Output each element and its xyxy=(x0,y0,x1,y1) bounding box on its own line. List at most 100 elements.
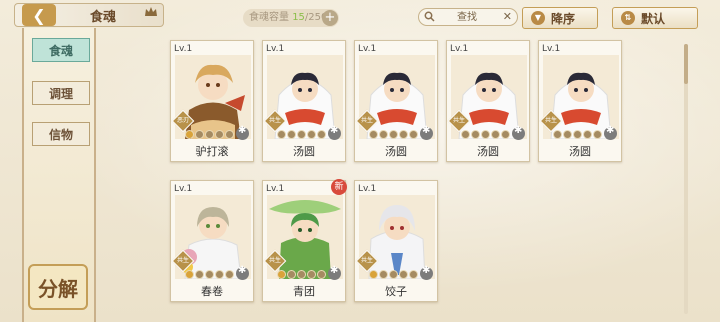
star-rating xyxy=(553,130,602,139)
star-icon xyxy=(409,270,418,279)
star-icon xyxy=(553,130,562,139)
back-button[interactable]: ❮ xyxy=(22,4,56,26)
star-icon xyxy=(471,130,480,139)
clear-icon[interactable]: ✕ xyxy=(503,9,512,25)
star-icon xyxy=(195,130,204,139)
card-name: 春卷 xyxy=(201,285,223,298)
element-icon xyxy=(328,265,341,280)
element-icon xyxy=(420,265,433,280)
sort-type-label: 默认 xyxy=(641,11,666,26)
crown-icon xyxy=(145,7,157,16)
element-icon xyxy=(512,125,525,140)
star-icon xyxy=(317,270,326,279)
card-level: Lv.1 xyxy=(266,184,285,194)
star-icon xyxy=(205,130,214,139)
star-icon xyxy=(185,270,194,279)
element-icon xyxy=(328,125,341,140)
sort-type-button[interactable]: ⇅ 默认 xyxy=(612,7,698,29)
star-icon xyxy=(491,130,500,139)
star-icon xyxy=(297,130,306,139)
card-item[interactable]: Lv.1 共生 汤圆 xyxy=(538,40,622,162)
star-rating xyxy=(369,270,418,279)
back-arrow-icon: ❮ xyxy=(32,5,46,25)
star-icon xyxy=(185,130,194,139)
star-icon xyxy=(389,130,398,139)
sort-type-icon: ⇅ xyxy=(621,11,635,25)
tab-token[interactable]: 信物 xyxy=(32,122,90,146)
card-item[interactable]: Lv.1 共生 春卷 xyxy=(170,180,254,302)
star-icon xyxy=(225,270,234,279)
star-icon xyxy=(215,270,224,279)
scrollbar-thumb[interactable] xyxy=(684,44,688,84)
star-icon xyxy=(297,270,306,279)
card-level: Lv.1 xyxy=(266,44,285,54)
card-name: 青团 xyxy=(293,285,315,298)
star-icon xyxy=(205,270,214,279)
star-icon xyxy=(195,270,204,279)
star-icon xyxy=(317,130,326,139)
star-icon xyxy=(389,270,398,279)
star-icon xyxy=(277,270,286,279)
star-icon xyxy=(287,130,296,139)
star-icon xyxy=(409,130,418,139)
card-level: Lv.1 xyxy=(450,44,469,54)
card-item[interactable]: Lv.1 新 共生 青团 xyxy=(262,179,347,302)
element-icon xyxy=(604,125,617,140)
card-item[interactable]: Lv.1 共生 饺子 xyxy=(354,180,438,302)
decompose-button[interactable]: 分解 xyxy=(28,264,88,310)
sort-order-label: 降序 xyxy=(551,11,576,26)
card-level: Lv.1 xyxy=(542,44,561,54)
star-icon xyxy=(573,130,582,139)
star-icon xyxy=(501,130,510,139)
star-icon xyxy=(563,130,572,139)
card-level: Lv.1 xyxy=(358,184,377,194)
page-title: 食魂 xyxy=(90,10,117,25)
star-icon xyxy=(379,270,388,279)
star-icon xyxy=(369,270,378,279)
element-icon xyxy=(420,125,433,140)
star-rating xyxy=(185,130,234,139)
capacity-label: 食魂容量 xyxy=(249,12,289,23)
star-icon xyxy=(307,130,316,139)
card-item[interactable]: Lv.1 恶刃 驴打滚 xyxy=(170,40,254,162)
star-rating xyxy=(185,270,234,279)
sort-order-button[interactable]: ▼ 降序 xyxy=(522,7,598,29)
top-bar: ❮ 食魂 食魂容量 15/250 + 查找 ✕ ▼ 降序 ⇅ 默认 xyxy=(0,0,720,34)
card-item[interactable]: Lv.1 共生 汤圆 xyxy=(446,40,530,162)
new-badge: 新 xyxy=(331,179,347,195)
search-input[interactable]: 查找 ✕ xyxy=(418,8,518,26)
star-rating xyxy=(277,270,326,279)
star-icon xyxy=(225,130,234,139)
star-icon xyxy=(369,130,378,139)
star-icon xyxy=(583,130,592,139)
star-icon xyxy=(215,130,224,139)
star-rating xyxy=(461,130,510,139)
star-icon xyxy=(481,130,490,139)
card-level: Lv.1 xyxy=(174,44,193,54)
tab-cooking[interactable]: 调理 xyxy=(32,81,90,105)
element-icon xyxy=(236,125,249,140)
card-level: Lv.1 xyxy=(358,44,377,54)
star-icon xyxy=(307,270,316,279)
card-name: 驴打滚 xyxy=(195,145,229,158)
star-icon xyxy=(277,130,286,139)
capacity-current: 15 xyxy=(292,12,305,23)
scrollbar[interactable] xyxy=(684,44,688,314)
card-item[interactable]: Lv.1 共生 汤圆 xyxy=(354,40,438,162)
star-icon xyxy=(399,130,408,139)
star-icon xyxy=(399,270,408,279)
card-level: Lv.1 xyxy=(174,184,193,194)
card-item[interactable]: Lv.1 共生 汤圆 xyxy=(262,40,346,162)
card-name: 汤圆 xyxy=(293,145,315,158)
card-name: 汤圆 xyxy=(569,145,591,158)
star-icon xyxy=(593,130,602,139)
add-capacity-button[interactable]: + xyxy=(322,10,338,26)
star-icon xyxy=(461,130,470,139)
card-grid: Lv.1 恶刃 驴打滚 Lv.1 xyxy=(160,34,690,322)
search-icon xyxy=(424,11,435,22)
card-name: 汤圆 xyxy=(477,145,499,158)
element-icon xyxy=(236,265,249,280)
star-rating xyxy=(277,130,326,139)
tab-food-soul[interactable]: 食魂 xyxy=(32,38,90,62)
star-icon xyxy=(379,130,388,139)
